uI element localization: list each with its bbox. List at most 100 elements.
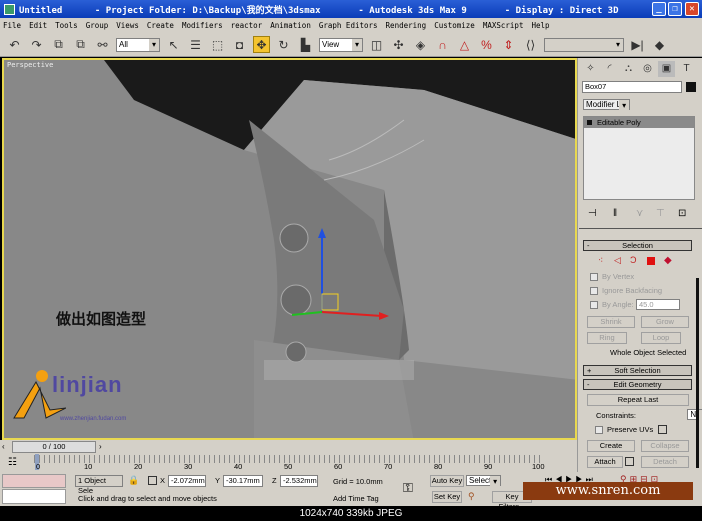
- menu-rendering[interactable]: Rendering: [386, 21, 427, 30]
- maximize-button[interactable]: ❐: [668, 2, 682, 16]
- pin-stack-icon[interactable]: ⊣: [588, 208, 597, 219]
- menu-customize[interactable]: Customize: [434, 21, 475, 30]
- link-icon[interactable]: ⧉: [50, 36, 67, 53]
- selection-rollout-header[interactable]: - Selection: [583, 240, 692, 251]
- create-button[interactable]: Create: [587, 440, 635, 452]
- viewport-label[interactable]: Perspective: [7, 61, 53, 69]
- menu-views[interactable]: Views: [116, 21, 139, 30]
- ring-button[interactable]: Ring: [587, 332, 627, 344]
- attach-list-icon[interactable]: [625, 457, 634, 466]
- keyboard-shortcut-icon[interactable]: ◈: [412, 36, 429, 53]
- menu-tools[interactable]: Tools: [55, 21, 78, 30]
- create-tab-icon[interactable]: ✧: [582, 61, 599, 77]
- menu-help[interactable]: Help: [531, 21, 549, 30]
- track-bar[interactable]: ☷ 0 10 20 30 40 50 60 70 80 90 100: [0, 454, 577, 472]
- edit-named-selection-icon[interactable]: ⟨⟩: [522, 36, 539, 53]
- edit-geometry-rollout-header[interactable]: - Edit Geometry: [583, 379, 692, 390]
- panel-scrollbar[interactable]: [696, 278, 699, 468]
- menu-edit[interactable]: Edit: [29, 21, 47, 30]
- pivot-center-icon[interactable]: ◫: [368, 36, 385, 53]
- repeat-last-button[interactable]: Repeat Last: [587, 394, 689, 406]
- time-slider[interactable]: 0 / 100: [12, 441, 96, 453]
- angle-spinner[interactable]: 45.0: [636, 299, 680, 310]
- by-vertex-checkbox[interactable]: [590, 273, 598, 281]
- collapse-button[interactable]: Collapse: [641, 440, 689, 452]
- edge-mode-icon[interactable]: ◁: [614, 255, 621, 266]
- key-mode-icon[interactable]: ⚿: [403, 480, 413, 496]
- menu-group[interactable]: Group: [86, 21, 109, 30]
- make-unique-icon[interactable]: ⋎: [636, 208, 643, 219]
- menu-modifiers[interactable]: Modifiers: [182, 21, 223, 30]
- object-color-swatch[interactable]: [686, 82, 696, 92]
- border-mode-icon[interactable]: Ͻ: [630, 255, 637, 265]
- soft-selection-rollout-header[interactable]: + Soft Selection: [583, 365, 692, 376]
- grow-button[interactable]: Grow: [641, 316, 689, 328]
- perspective-viewport[interactable]: Perspective 做出如图造型 linjian www.zhenjian.…: [2, 58, 577, 440]
- x-coordinate-field[interactable]: -2.072mm: [168, 475, 206, 487]
- named-selection-dropdown[interactable]: [544, 37, 624, 52]
- add-time-tag[interactable]: Add Time Tag: [333, 494, 379, 503]
- menu-graph-editors[interactable]: Graph Editors: [319, 21, 378, 30]
- window-crossing-icon[interactable]: ◘: [231, 36, 248, 53]
- by-angle-checkbox[interactable]: [590, 301, 598, 309]
- angle-snap-icon[interactable]: △: [456, 36, 473, 53]
- auto-key-button[interactable]: Auto Key: [430, 475, 464, 487]
- ignore-backfacing-checkbox[interactable]: [590, 287, 598, 295]
- y-coordinate-field[interactable]: -30.17mm: [223, 475, 263, 487]
- shrink-button[interactable]: Shrink: [587, 316, 635, 328]
- utilities-tab-icon[interactable]: T: [678, 61, 695, 77]
- align-icon[interactable]: ◆: [651, 36, 668, 53]
- detach-button[interactable]: Detach: [641, 456, 689, 468]
- show-end-result-icon[interactable]: ‖: [613, 208, 617, 219]
- spinner-snap-icon[interactable]: ⇕: [500, 36, 517, 53]
- lock-icon[interactable]: 🔒: [128, 475, 139, 486]
- move-icon[interactable]: ✥: [253, 36, 270, 53]
- configure-sets-icon[interactable]: ⊡: [678, 208, 686, 219]
- loop-button[interactable]: Loop: [641, 332, 681, 344]
- menu-animation[interactable]: Animation: [270, 21, 311, 30]
- curve-editor-icon[interactable]: ☷: [8, 457, 17, 468]
- select-object-icon[interactable]: ↖: [165, 36, 182, 53]
- menu-file[interactable]: File: [3, 21, 21, 30]
- ref-coord-dropdown[interactable]: View: [319, 37, 363, 52]
- menu-reactor[interactable]: reactor: [231, 21, 263, 30]
- vertex-mode-icon[interactable]: ⁖: [598, 255, 603, 266]
- attach-button[interactable]: Attach: [587, 456, 623, 468]
- snap-toggle-icon[interactable]: ∩: [434, 36, 451, 53]
- mirror-icon[interactable]: ▶|: [629, 36, 646, 53]
- absolute-mode-icon[interactable]: [148, 476, 157, 485]
- modify-tab-icon[interactable]: ◜: [601, 61, 618, 77]
- remove-modifier-icon[interactable]: ⊤: [656, 208, 665, 219]
- menu-maxscript[interactable]: MAXScript: [483, 21, 524, 30]
- select-manipulate-icon[interactable]: ✣: [390, 36, 407, 53]
- modifier-list-dropdown[interactable]: Modifier List: [583, 99, 631, 110]
- preserve-uvs-settings-icon[interactable]: [658, 425, 667, 434]
- scale-icon[interactable]: ▙: [297, 36, 314, 53]
- percent-snap-icon[interactable]: %: [478, 36, 495, 53]
- constraints-dropdown[interactable]: None: [687, 409, 702, 420]
- object-name-field[interactable]: Box07: [582, 81, 682, 93]
- unlink-icon[interactable]: ⧉: [72, 36, 89, 53]
- redo-icon[interactable]: ↷: [28, 36, 45, 53]
- element-mode-icon[interactable]: ◆: [664, 255, 672, 266]
- stack-item-editable-poly[interactable]: Editable Poly: [584, 117, 694, 128]
- polygon-mode-icon[interactable]: [647, 257, 655, 265]
- key-mode-dropdown[interactable]: Selected: [466, 475, 502, 486]
- bind-space-warp-icon[interactable]: ⚯: [94, 36, 111, 53]
- rect-selection-icon[interactable]: ⬚: [209, 36, 226, 53]
- select-by-name-icon[interactable]: ☰: [187, 36, 204, 53]
- close-button[interactable]: ✕: [685, 2, 699, 16]
- rotate-icon[interactable]: ↻: [275, 36, 292, 53]
- undo-icon[interactable]: ↶: [6, 36, 23, 53]
- maxscript-input[interactable]: [2, 489, 66, 504]
- motion-tab-icon[interactable]: ◎: [639, 61, 656, 77]
- z-coordinate-field[interactable]: -2.532mm: [280, 475, 318, 487]
- prev-frame-icon[interactable]: ‹: [2, 442, 5, 451]
- set-key-icon[interactable]: ⚲: [468, 491, 475, 502]
- hierarchy-tab-icon[interactable]: ⛬: [620, 61, 637, 77]
- maxscript-listener[interactable]: [2, 474, 66, 488]
- selection-filter-dropdown[interactable]: All: [116, 37, 160, 52]
- menu-create[interactable]: Create: [147, 21, 174, 30]
- minimize-button[interactable]: _: [652, 2, 666, 16]
- preserve-uvs-checkbox[interactable]: [595, 426, 603, 434]
